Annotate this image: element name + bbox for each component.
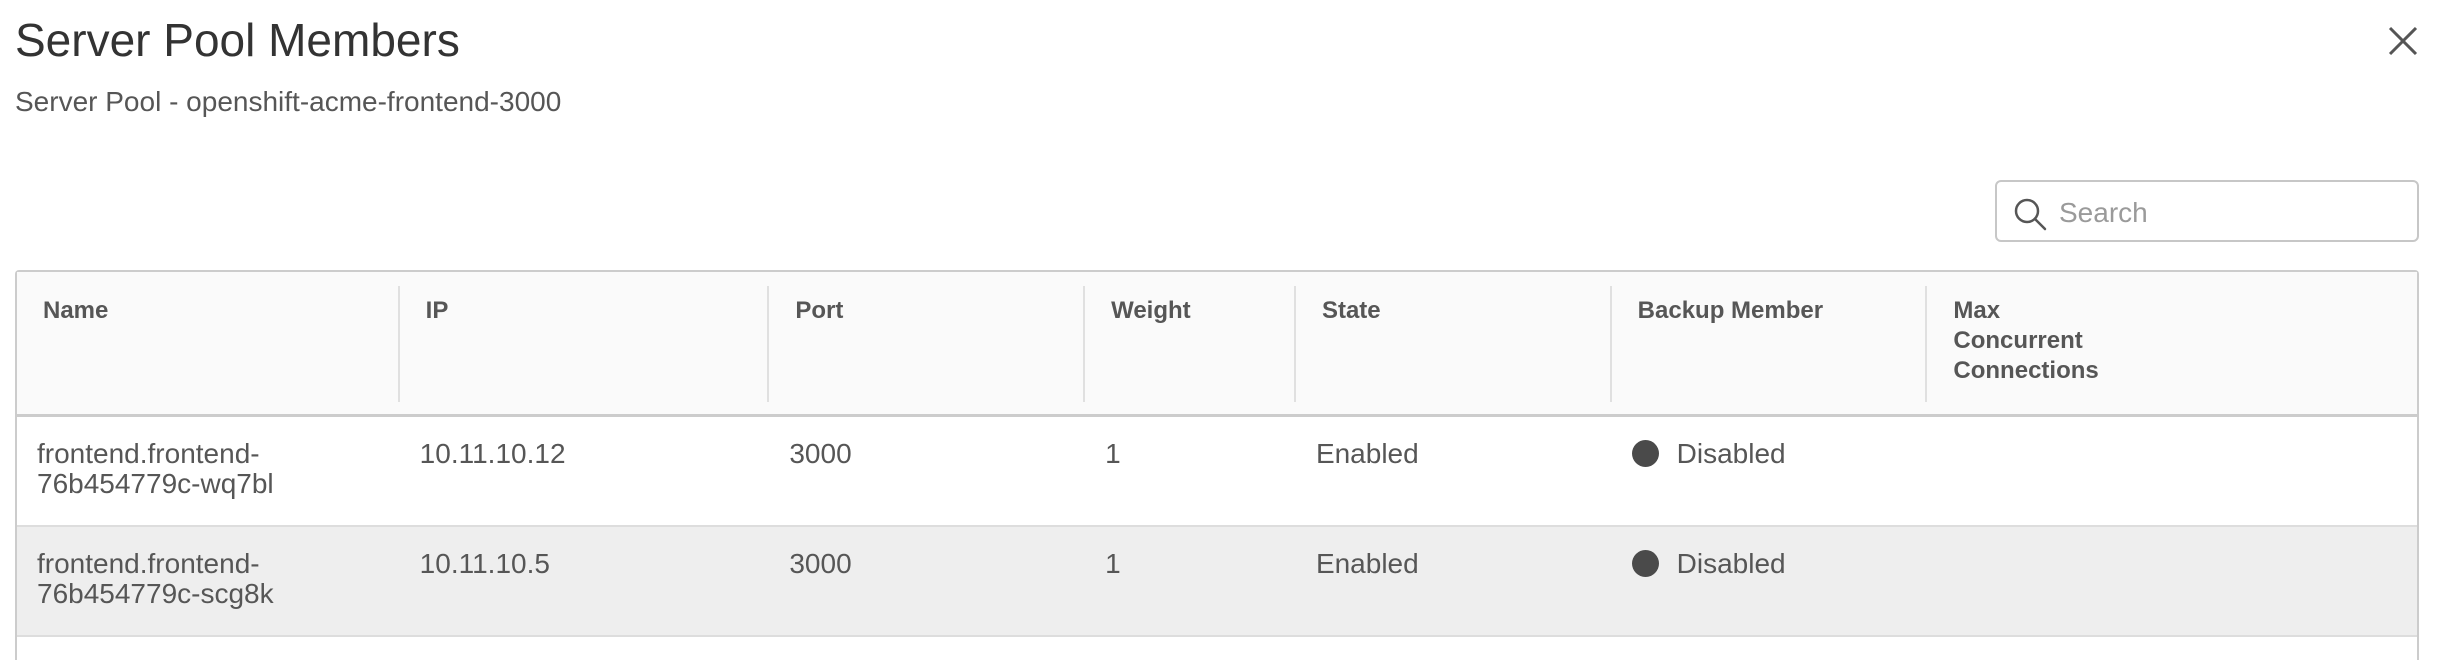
- cell-state: Enabled: [1315, 438, 1419, 469]
- cell-ip: 10.11.10.12: [419, 438, 566, 469]
- server-pool-members-modal: Server Pool Members Server Pool - opensh…: [0, 0, 2440, 660]
- column-header-label-line: Max: [1953, 297, 2001, 324]
- table-header: Name IP Port Weight State Backup Member: [17, 272, 2417, 417]
- cell-name: frontend.frontend- 76b454779c-wq7bl: [17, 417, 400, 525]
- cell-max-concurrent-connections: [1927, 417, 2417, 525]
- cell-weight: 1: [1105, 438, 1121, 469]
- column-header-weight[interactable]: Weight: [1085, 272, 1296, 414]
- column-header-label-line: Connections: [1953, 357, 2099, 384]
- backup-member-status: Disabled: [1676, 548, 1786, 579]
- member-name-line: frontend.frontend-: [37, 438, 260, 469]
- cell-max-concurrent-connections: [1927, 527, 2417, 635]
- cell-port: 3000: [789, 438, 852, 469]
- cell-backup-member: Disabled: [1612, 417, 1928, 525]
- column-header-backup-member[interactable]: Backup Member: [1612, 272, 1928, 414]
- server-pool-members-table: Name IP Port Weight State Backup Member: [15, 270, 2419, 660]
- cell-name: frontend.frontend- 76b454779c-scg8k: [17, 527, 400, 635]
- column-header-port[interactable]: Port: [769, 272, 1086, 414]
- column-header-label: IP: [425, 297, 449, 324]
- column-header-name[interactable]: Name: [17, 272, 400, 414]
- cell-weight: 1: [1105, 548, 1121, 579]
- column-header-label: Port: [795, 297, 844, 324]
- column-header-label-line: Concurrent: [1953, 327, 2083, 354]
- search-box[interactable]: [1995, 180, 2419, 242]
- status-dot-icon: [1631, 550, 1659, 577]
- search-icon: [2014, 198, 2047, 231]
- column-header-label: Name: [43, 297, 109, 324]
- close-button[interactable]: [2380, 18, 2426, 64]
- backup-member-status: Disabled: [1676, 438, 1786, 469]
- member-name-line: frontend.frontend-: [37, 548, 260, 579]
- table-row[interactable]: frontend.frontend- 76b454779c-wq7bl 10.1…: [17, 417, 2417, 527]
- cell-backup-member: Disabled: [1612, 527, 1928, 635]
- cell-port: 3000: [789, 548, 852, 579]
- table-row[interactable]: frontend.frontend- 76b454779c-scg8k 10.1…: [17, 527, 2417, 637]
- status-dot-icon: [1631, 440, 1659, 467]
- modal-title: Server Pool Members: [15, 14, 460, 66]
- search-input[interactable]: [2057, 190, 2411, 236]
- cell-state: Enabled: [1315, 548, 1419, 579]
- column-header-max-concurrent-connections[interactable]: Max Concurrent Connections: [1927, 272, 2417, 414]
- column-header-ip[interactable]: IP: [400, 272, 770, 414]
- close-icon: [2388, 26, 2418, 56]
- column-header-label: Weight: [1111, 297, 1191, 324]
- member-name-line: 76b454779c-wq7bl: [37, 468, 274, 499]
- modal-subtitle: Server Pool - openshift-acme-frontend-30…: [15, 86, 562, 117]
- cell-ip: 10.11.10.5: [419, 548, 550, 579]
- member-name-line: 76b454779c-scg8k: [37, 578, 274, 609]
- column-header-state[interactable]: State: [1296, 272, 1612, 414]
- column-header-label: Backup Member: [1637, 297, 1824, 324]
- column-header-label: State: [1321, 297, 1381, 324]
